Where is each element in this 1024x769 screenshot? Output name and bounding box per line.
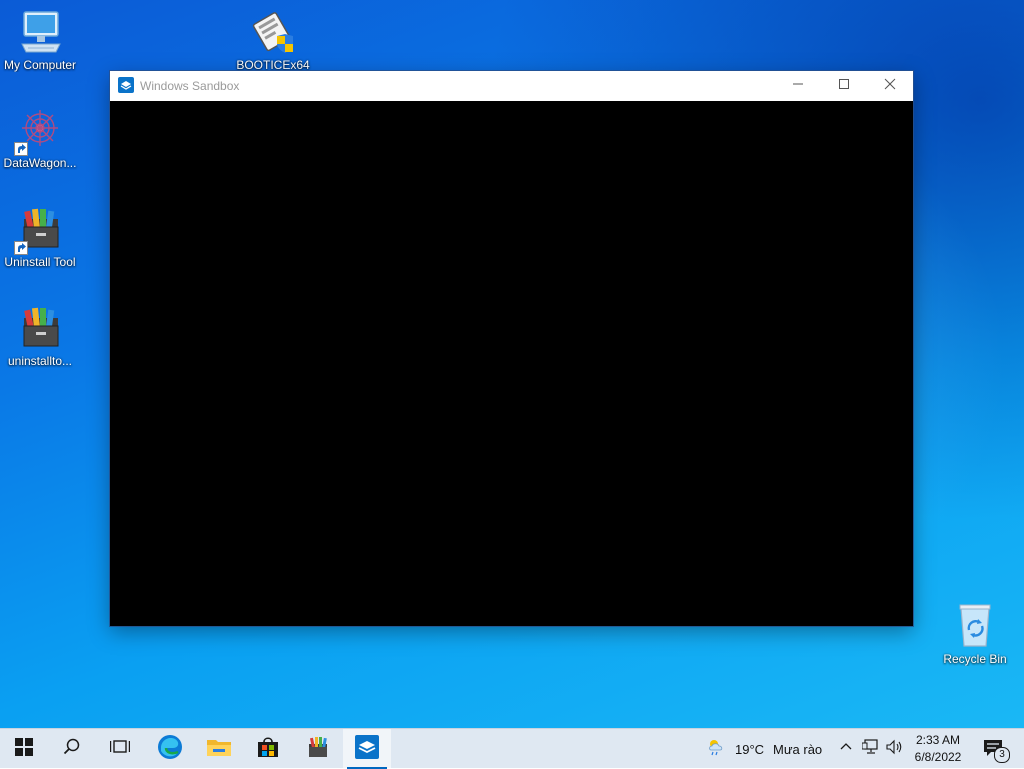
desktop-icon-label: Recycle Bin (943, 652, 1007, 666)
file-explorer-button[interactable] (195, 729, 243, 769)
show-hidden-icons-button[interactable] (836, 729, 856, 769)
sandbox-window: Windows Sandbox (110, 71, 913, 626)
windows-sandbox-icon (355, 734, 379, 764)
maximize-icon (838, 77, 850, 95)
search-icon (63, 738, 81, 761)
notification-icon: 3 (983, 739, 1010, 763)
desktop-icon-label: uninstallto... (7, 354, 73, 368)
desktop: My Computer BOOTICEx64 DataWagon... Unin… (0, 0, 1024, 728)
clock-date: 6/8/2022 (914, 750, 962, 764)
microsoft-store-button[interactable] (244, 729, 292, 769)
desktop-icon-recycle-bin[interactable]: Recycle Bin (935, 602, 1015, 666)
volume-button[interactable] (884, 729, 906, 769)
desktop-icon-label: My Computer (3, 58, 77, 72)
desktop-icon-datawagon[interactable]: DataWagon... (0, 106, 80, 170)
desktop-icon-label: BOOTICEx64 (236, 58, 310, 72)
start-button[interactable] (0, 729, 48, 769)
maximize-button[interactable] (821, 71, 867, 101)
network-icon (861, 738, 880, 760)
desktop-icon-my-computer[interactable]: My Computer (0, 8, 80, 72)
computer-icon (16, 8, 64, 56)
task-view-button[interactable] (96, 729, 144, 769)
weather-temp[interactable]: 19°C (735, 742, 764, 757)
desktop-icon-label: DataWagon... (3, 156, 77, 170)
windows-sandbox-icon (118, 77, 134, 93)
window-title: Windows Sandbox (140, 79, 240, 93)
shortcut-arrow-icon (14, 142, 28, 156)
volume-icon (886, 739, 904, 760)
taskbar-clock[interactable]: 2:33 AM 6/8/2022 (908, 732, 968, 766)
sandbox-client-area[interactable] (110, 101, 913, 626)
desktop-icon-uninstalltool-setup[interactable]: uninstallto... (0, 304, 80, 368)
desktop-icon-booticex64[interactable]: BOOTICEx64 (233, 8, 313, 72)
minimize-icon (792, 77, 804, 95)
desktop-icon-uninstall-tool[interactable]: Uninstall Tool (0, 205, 80, 269)
uninstall-tool-taskbar-button[interactable] (294, 729, 342, 769)
task-view-icon (109, 738, 131, 761)
chevron-up-icon (840, 740, 852, 758)
close-button[interactable] (867, 71, 913, 101)
notification-count-badge: 3 (994, 747, 1010, 763)
windows-start-icon (15, 737, 33, 761)
uninstall-tool-icon (14, 205, 64, 255)
search-button[interactable] (48, 729, 96, 769)
minimize-button[interactable] (775, 71, 821, 101)
shortcut-arrow-icon (14, 241, 28, 255)
edge-icon (157, 734, 183, 765)
uninstall-tool-icon (306, 735, 330, 764)
window-titlebar[interactable]: Windows Sandbox (110, 71, 913, 101)
weather-widget[interactable] (702, 729, 732, 769)
weather-rain-icon (706, 737, 728, 762)
file-explorer-icon (206, 736, 232, 763)
recycle-bin-icon (951, 602, 999, 650)
edge-button[interactable] (146, 729, 194, 769)
uninstall-tool-setup-icon (16, 304, 64, 352)
datawagon-icon (14, 106, 64, 156)
desktop-icon-label: Uninstall Tool (4, 255, 76, 269)
weather-description[interactable]: Mưa rào (773, 742, 822, 757)
network-button[interactable] (860, 729, 882, 769)
taskbar: 19°C Mưa rào 2:33 AM 6/8/2022 3 (0, 728, 1024, 769)
booticex64-icon (249, 8, 297, 56)
notifications-button[interactable]: 3 (976, 729, 1012, 769)
close-icon (884, 77, 896, 95)
clock-time: 2:33 AM (915, 733, 961, 747)
windows-sandbox-taskbar-button[interactable] (343, 729, 391, 769)
microsoft-store-icon (256, 735, 280, 764)
